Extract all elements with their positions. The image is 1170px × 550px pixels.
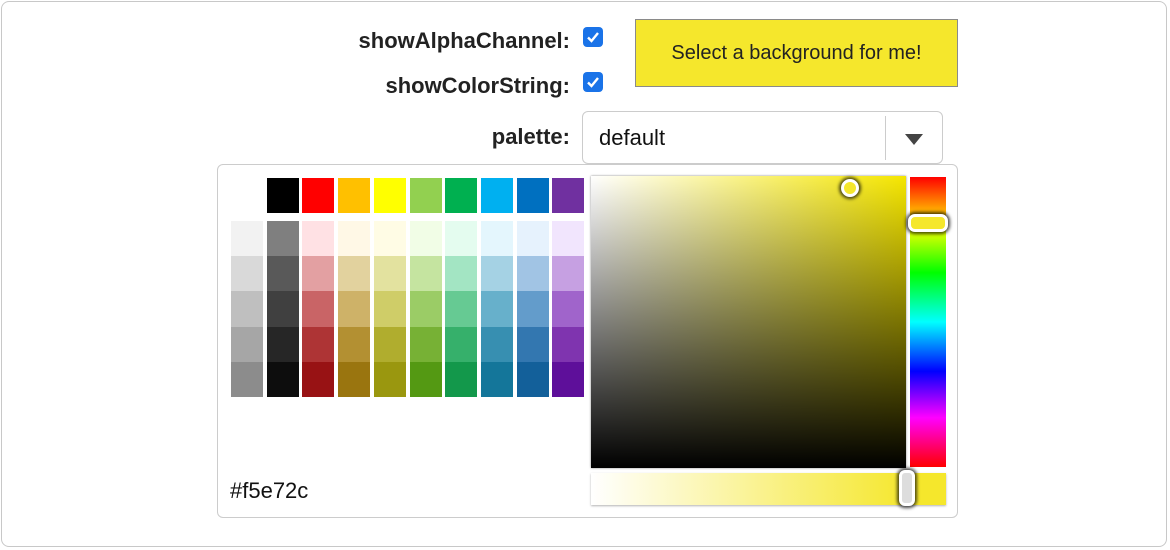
palette-swatch[interactable] [231,291,263,327]
preview-text: Select a background for me! [671,41,922,64]
palette-swatch[interactable] [302,221,335,257]
palette-swatch[interactable] [302,291,335,327]
palette-swatch[interactable] [302,361,335,397]
palette-swatch[interactable] [516,178,549,213]
palette-swatch[interactable] [373,256,406,292]
palette-swatch[interactable] [409,291,442,327]
palette-swatch[interactable] [373,221,406,257]
palette-swatch[interactable] [552,361,585,397]
palette-swatch[interactable] [480,221,513,257]
palette-swatch[interactable] [338,291,371,327]
palette-swatch[interactable] [445,361,478,397]
palette-swatch[interactable] [516,221,549,257]
show-alpha-channel-checkbox[interactable] [583,27,603,47]
palette-swatch[interactable] [445,326,478,362]
palette-swatch[interactable] [302,178,335,213]
palette-swatch[interactable] [409,326,442,362]
saturation-value-thumb[interactable] [841,179,859,197]
palette-swatch[interactable] [480,291,513,327]
palette-swatch[interactable] [338,256,371,292]
show-color-string-checkbox[interactable] [583,72,603,92]
palette-swatch[interactable] [445,291,478,327]
palette-swatch[interactable] [266,178,299,213]
palette-swatch[interactable] [480,361,513,397]
color-string: #f5e72c [230,478,309,503]
palette-swatch[interactable] [480,326,513,362]
palette-swatch[interactable] [373,326,406,362]
palette-swatch[interactable] [266,291,299,327]
palette-swatch[interactable] [445,221,478,257]
palette-swatch[interactable] [516,326,549,362]
palette-selected-value: default [599,125,666,150]
palette-swatch[interactable] [338,361,371,397]
palette-swatch[interactable] [516,361,549,397]
palette-label: palette: [491,124,570,149]
palette-swatch[interactable] [373,178,406,213]
palette-swatch[interactable] [231,326,263,362]
checkmark-icon [587,77,599,88]
palette-swatch[interactable] [338,221,371,257]
palette-swatch[interactable] [552,178,585,213]
palette-swatch[interactable] [480,256,513,292]
palette-swatch[interactable] [266,256,299,292]
palette-select[interactable]: default [582,111,943,164]
palette-swatch[interactable] [516,256,549,292]
palette-swatch[interactable] [409,361,442,397]
palette-swatch[interactable] [409,178,442,213]
background-preview: Select a background for me! [635,19,958,87]
palette-swatch[interactable] [552,256,585,292]
hue-slider-thumb[interactable] [908,214,948,232]
palette-swatch[interactable] [338,326,371,362]
palette-swatch[interactable] [266,361,299,397]
palette-swatch[interactable] [231,361,263,397]
palette-swatch[interactable] [409,221,442,257]
palette-swatch[interactable] [338,178,371,213]
select-separator [885,116,886,160]
palette-swatch[interactable] [231,221,263,257]
palette-swatch[interactable] [302,256,335,292]
palette-swatch[interactable] [480,178,513,213]
palette-swatch[interactable] [373,291,406,327]
palette-swatch[interactable] [552,291,585,327]
chevron-down-icon[interactable] [905,134,923,145]
palette-swatch[interactable] [552,221,585,257]
checkmark-icon [587,32,599,43]
palette-swatch[interactable] [445,178,478,213]
show-color-string-label: showColorString: [385,73,570,98]
saturation-value-area[interactable] [591,176,906,468]
palette-swatch[interactable] [516,291,549,327]
palette-swatch[interactable] [266,221,299,257]
palette-swatch[interactable] [373,361,406,397]
palette-swatch[interactable] [231,256,263,292]
palette-swatch[interactable] [552,326,585,362]
palette-swatch[interactable] [409,256,442,292]
palette-swatch[interactable] [445,256,478,292]
palette-swatch[interactable] [302,326,335,362]
show-alpha-channel-label: showAlphaChannel: [358,28,570,53]
palette-swatch[interactable] [266,326,299,362]
alpha-slider[interactable] [591,473,946,505]
alpha-slider-thumb[interactable] [899,470,915,506]
